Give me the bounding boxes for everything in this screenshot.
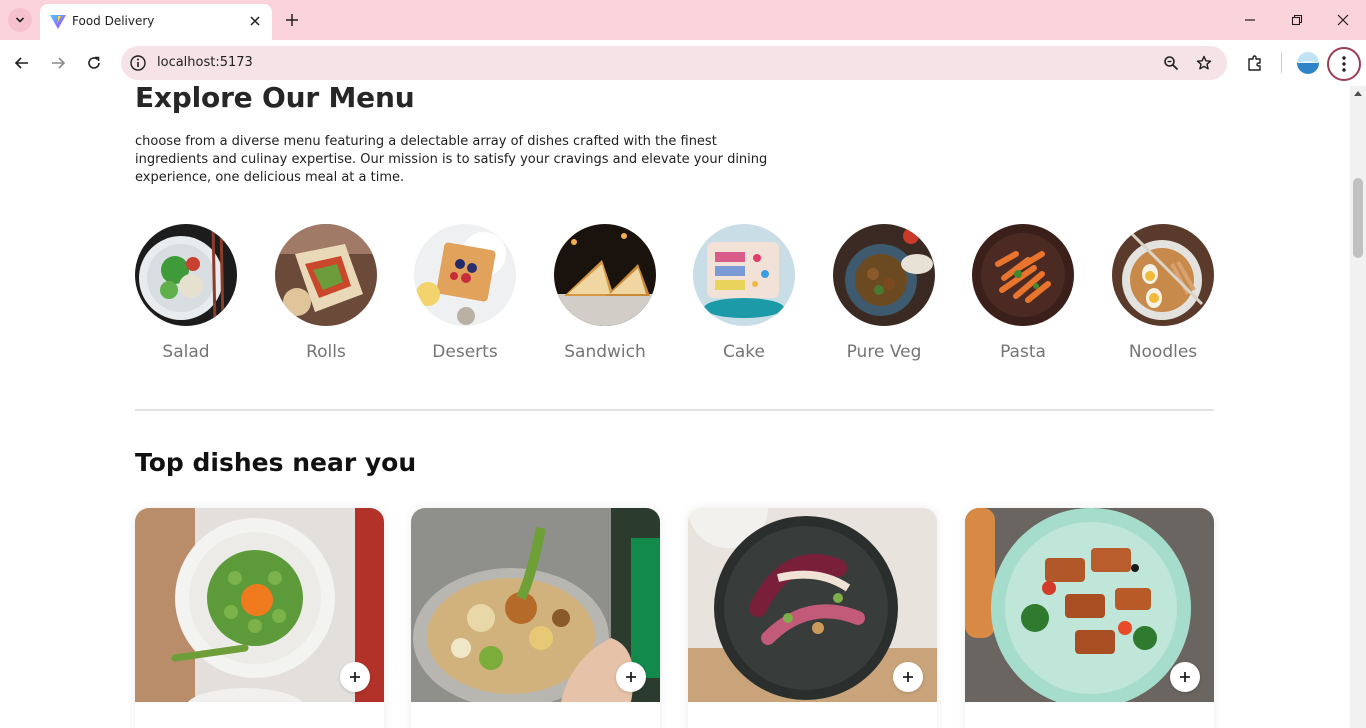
restore-button[interactable] [1285, 8, 1309, 32]
star-icon [1196, 55, 1212, 70]
category-label: Cake [723, 342, 765, 362]
noodles-image [1112, 224, 1214, 326]
avatar-icon [1297, 52, 1319, 74]
zoom-button[interactable] [1161, 53, 1181, 73]
category-label: Salad [162, 342, 210, 362]
url-text: localhost:5173 [157, 55, 253, 70]
cake-image [693, 224, 795, 326]
browser-tab-bar: Food Delivery [0, 0, 1366, 40]
toolbar-separator [1281, 53, 1282, 73]
address-bar[interactable]: localhost:5173 [121, 46, 1227, 80]
chevron-down-icon [15, 17, 25, 23]
profile-avatar[interactable] [1297, 52, 1319, 74]
food-card[interactable] [965, 508, 1214, 728]
category-salad[interactable]: Salad [134, 224, 238, 362]
category-rolls[interactable]: Rolls [274, 224, 378, 362]
browser-toolbar: localhost:5173 [0, 40, 1366, 86]
add-to-cart-button[interactable] [616, 662, 646, 692]
plus-icon [286, 14, 298, 26]
category-pure-veg[interactable]: Pure Veg [832, 224, 936, 362]
vite-logo-icon [50, 15, 66, 29]
plus-icon [1180, 672, 1190, 682]
arrow-right-icon [52, 57, 66, 69]
category-label: Rolls [306, 342, 346, 362]
category-label: Pure Veg [846, 342, 922, 362]
close-icon [1337, 14, 1349, 26]
add-to-cart-button[interactable] [893, 662, 923, 692]
category-label: Pasta [1000, 342, 1046, 362]
explore-menu-description: choose from a diverse menu featuring a d… [135, 134, 768, 185]
plus-icon [903, 672, 913, 682]
back-button[interactable] [10, 51, 34, 75]
category-sandwich[interactable]: Sandwich [553, 224, 657, 362]
page-scrollbar[interactable] [1350, 86, 1366, 728]
tab-title: Food Delivery [72, 14, 155, 28]
top-dishes-title: Top dishes near you [135, 448, 417, 477]
minimize-button[interactable] [1238, 8, 1262, 32]
category-pasta[interactable]: Pasta [971, 224, 1075, 362]
restore-icon [1291, 14, 1303, 26]
zoom-icon [1164, 56, 1179, 71]
forward-button[interactable] [46, 51, 70, 75]
explore-menu-title: Explore Our Menu [135, 86, 415, 114]
tab-close-button[interactable] [245, 11, 265, 31]
new-tab-button[interactable] [281, 9, 303, 31]
reload-icon [88, 56, 100, 69]
category-label: Sandwich [564, 342, 646, 362]
minimize-icon [1245, 19, 1255, 21]
more-vertical-icon [1342, 56, 1346, 72]
category-label: Deserts [432, 342, 498, 362]
scroll-up-arrow-icon[interactable] [1354, 91, 1362, 96]
browser-menu-button[interactable] [1327, 47, 1361, 81]
close-icon [250, 16, 260, 26]
deserts-image [414, 224, 516, 326]
section-divider [135, 409, 1214, 411]
reload-button[interactable] [82, 51, 106, 75]
puzzle-icon [1248, 55, 1261, 71]
category-noodles[interactable]: Noodles [1111, 224, 1215, 362]
plus-icon [350, 672, 360, 682]
rolls-image [275, 224, 377, 326]
category-cake[interactable]: Cake [692, 224, 796, 362]
scroll-thumb[interactable] [1353, 178, 1363, 258]
food-card[interactable] [688, 508, 937, 728]
tab-search-button[interactable] [8, 8, 32, 32]
close-window-button[interactable] [1331, 8, 1355, 32]
add-to-cart-button[interactable] [340, 662, 370, 692]
category-label: Noodles [1128, 342, 1198, 362]
sandwich-image [554, 224, 656, 326]
page-viewport: Explore Our Menu choose from a diverse m… [0, 86, 1350, 728]
pasta-image [972, 224, 1074, 326]
category-deserts[interactable]: Deserts [413, 224, 517, 362]
salad-image [135, 224, 237, 326]
food-card[interactable] [411, 508, 660, 728]
arrow-left-icon [14, 57, 28, 69]
plus-icon [626, 672, 636, 682]
food-card[interactable] [135, 508, 384, 728]
browser-tab-active[interactable]: Food Delivery [40, 4, 272, 40]
info-icon [130, 55, 146, 71]
extensions-button[interactable] [1243, 51, 1267, 75]
add-to-cart-button[interactable] [1170, 662, 1200, 692]
pure-veg-image [833, 224, 935, 326]
bookmark-button[interactable] [1194, 53, 1214, 73]
